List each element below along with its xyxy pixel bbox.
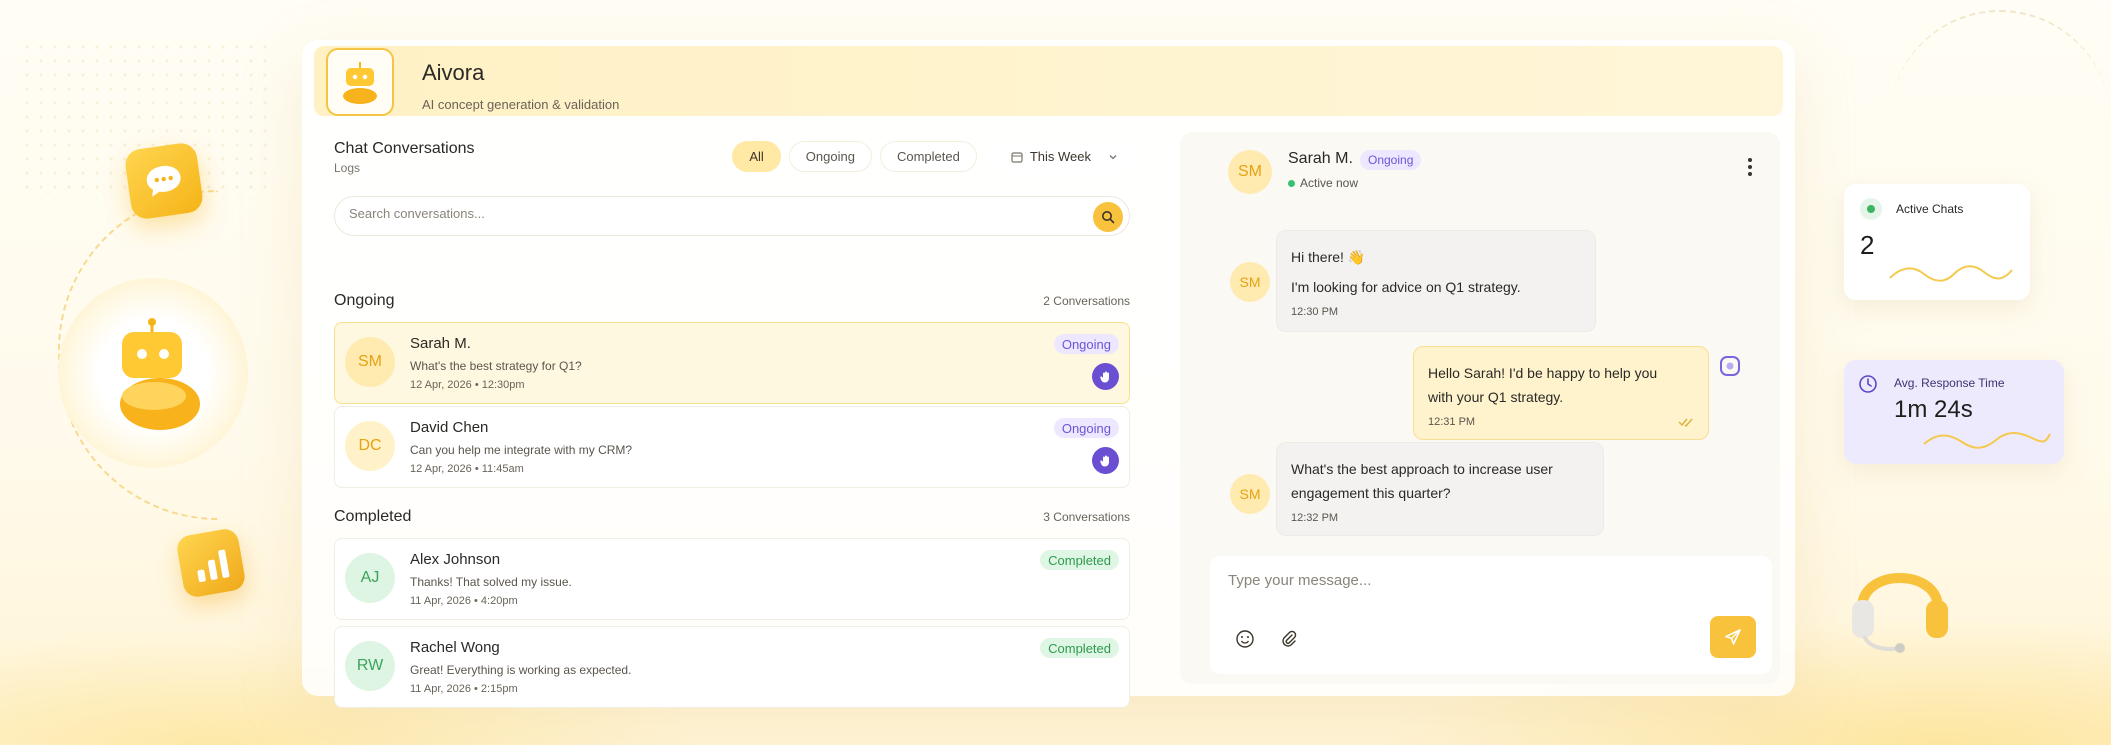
timestamp: 11 Apr, 2026 • 4:20pm	[410, 595, 518, 607]
attachment-icon[interactable]	[1276, 626, 1302, 652]
conversation-row-alex[interactable]: AJ Alex Johnson Thanks! That solved my i…	[334, 538, 1130, 620]
completed-section-title: Completed	[334, 508, 412, 525]
clock-icon	[1859, 375, 1877, 393]
message-time: 12:31 PM	[1428, 416, 1476, 428]
status-badge: Completed	[1040, 638, 1119, 658]
app-subtitle: AI concept generation & validation	[422, 97, 620, 112]
emoji-icon[interactable]	[1232, 626, 1258, 652]
headset-icon	[1840, 538, 1960, 658]
more-options-icon[interactable]	[1748, 158, 1752, 176]
filter-all[interactable]: All	[732, 141, 781, 172]
timestamp: 11 Apr, 2026 • 2:15pm	[410, 683, 518, 695]
stat-label: Active Chats	[1896, 202, 1964, 216]
filter-bar: All Ongoing Completed This Week	[732, 141, 1130, 172]
main-card: Aivora AI concept generation & validatio…	[302, 40, 1795, 708]
hand-icon[interactable]	[1092, 363, 1119, 390]
avatar: AJ	[345, 553, 395, 603]
avatar: SM	[1228, 150, 1272, 194]
send-icon	[1725, 629, 1741, 645]
message-line: What's the best approach to increase use…	[1291, 461, 1553, 477]
presence-label: Active now	[1300, 176, 1359, 190]
avatar: DC	[345, 421, 395, 471]
message-bubble-outgoing: Hello Sarah! I'd be happy to help you wi…	[1413, 346, 1709, 440]
ongoing-section-count: 2 Conversations	[1043, 294, 1130, 308]
status-badge: Ongoing	[1053, 418, 1119, 438]
contact-name: David Chen	[410, 419, 489, 436]
conversations-panel: Chat Conversations Logs All Ongoing Comp…	[334, 140, 1130, 708]
contact-name: Rachel Wong	[410, 639, 500, 656]
presence-status: Active now	[1288, 176, 1358, 190]
completed-section-header: Completed 3 Conversations	[334, 508, 1130, 526]
message-line: Hello Sarah! I'd be happy to help you	[1428, 365, 1658, 381]
app-logo-icon	[326, 48, 394, 116]
date-range-label: This Week	[1029, 149, 1091, 164]
conversation-row-david[interactable]: DC David Chen Can you help me integrate …	[334, 406, 1130, 488]
contact-name: Sarah M.	[410, 335, 471, 352]
timestamp: 12 Apr, 2026 • 12:30pm	[410, 379, 525, 391]
stat-label: Avg. Response Time	[1894, 376, 2005, 390]
bar-chart-icon	[175, 527, 247, 599]
active-chats-card: Active Chats 2	[1844, 184, 2030, 300]
status-badge: Ongoing	[1360, 150, 1422, 170]
calendar-icon	[1011, 151, 1023, 163]
app-header: Aivora AI concept generation & validatio…	[314, 46, 1783, 116]
filter-completed[interactable]: Completed	[879, 141, 977, 172]
status-dot-icon	[1860, 198, 1882, 220]
stat-value: 2	[1860, 230, 1875, 260]
message-bubble-incoming: What's the best approach to increase use…	[1276, 442, 1604, 536]
message-line: Hi there! 👋	[1291, 249, 1366, 265]
message-input[interactable]	[1228, 572, 1728, 589]
sparkline-icon	[1923, 432, 2051, 449]
message-preview: What's the best strategy for Q1?	[410, 359, 582, 373]
read-receipt-icon	[1678, 418, 1693, 427]
message-preview: Can you help me integrate with my CRM?	[410, 443, 633, 457]
date-range-dropdown[interactable]: This Week	[998, 141, 1130, 172]
conversation-row-sarah[interactable]: SM Sarah M. What's the best strategy for…	[334, 322, 1130, 404]
search-icon	[1102, 211, 1115, 224]
message-preview: Thanks! That solved my issue.	[410, 575, 572, 589]
search-input[interactable]	[349, 206, 1049, 221]
avatar: SM	[345, 337, 395, 387]
search-button[interactable]	[1093, 202, 1123, 232]
avatar: SM	[1230, 474, 1270, 514]
avatar: SM	[1230, 262, 1270, 302]
status-badge: Completed	[1040, 550, 1119, 570]
robot-mascot-icon	[108, 316, 208, 436]
bot-icon	[1718, 354, 1742, 383]
chat-contact-name: Sarah M.	[1288, 150, 1353, 167]
status-badge: Ongoing	[1053, 334, 1119, 354]
message-bubble-incoming: Hi there! 👋 I'm looking for advice on Q1…	[1276, 230, 1596, 332]
completed-section-count: 3 Conversations	[1043, 510, 1130, 524]
ongoing-section-title: Ongoing	[334, 292, 395, 309]
ongoing-section-header: Ongoing 2 Conversations	[334, 292, 1130, 310]
avatar: RW	[345, 641, 395, 691]
chat-bubble-icon	[123, 141, 205, 221]
timestamp: 12 Apr, 2026 • 11:45am	[410, 463, 524, 475]
hand-icon[interactable]	[1092, 447, 1119, 474]
message-composer	[1210, 556, 1772, 674]
message-preview: Great! Everything is working as expected…	[410, 663, 632, 677]
message-line: engagement this quarter?	[1291, 485, 1451, 501]
message-line: I'm looking for advice on Q1 strategy.	[1291, 279, 1521, 295]
app-title: Aivora	[422, 60, 485, 85]
response-time-card: Avg. Response Time 1m 24s	[1844, 360, 2064, 464]
chat-panel: SM Sarah M. Ongoing Active now SM Hi the…	[1180, 132, 1780, 684]
search-bar	[334, 196, 1130, 236]
message-time: 12:30 PM	[1291, 306, 1339, 318]
online-dot-icon	[1288, 179, 1295, 187]
chevron-down-icon	[1109, 154, 1117, 159]
filter-ongoing[interactable]: Ongoing	[788, 141, 872, 172]
contact-name: Alex Johnson	[410, 551, 501, 568]
message-line: with your Q1 strategy.	[1428, 389, 1564, 405]
message-time: 12:32 PM	[1291, 512, 1339, 524]
stat-value: 1m 24s	[1894, 396, 1973, 423]
conversation-row-rachel[interactable]: RW Rachel Wong Great! Everything is work…	[334, 626, 1130, 708]
send-button[interactable]	[1710, 616, 1756, 658]
sparkline-icon	[1889, 265, 2013, 282]
